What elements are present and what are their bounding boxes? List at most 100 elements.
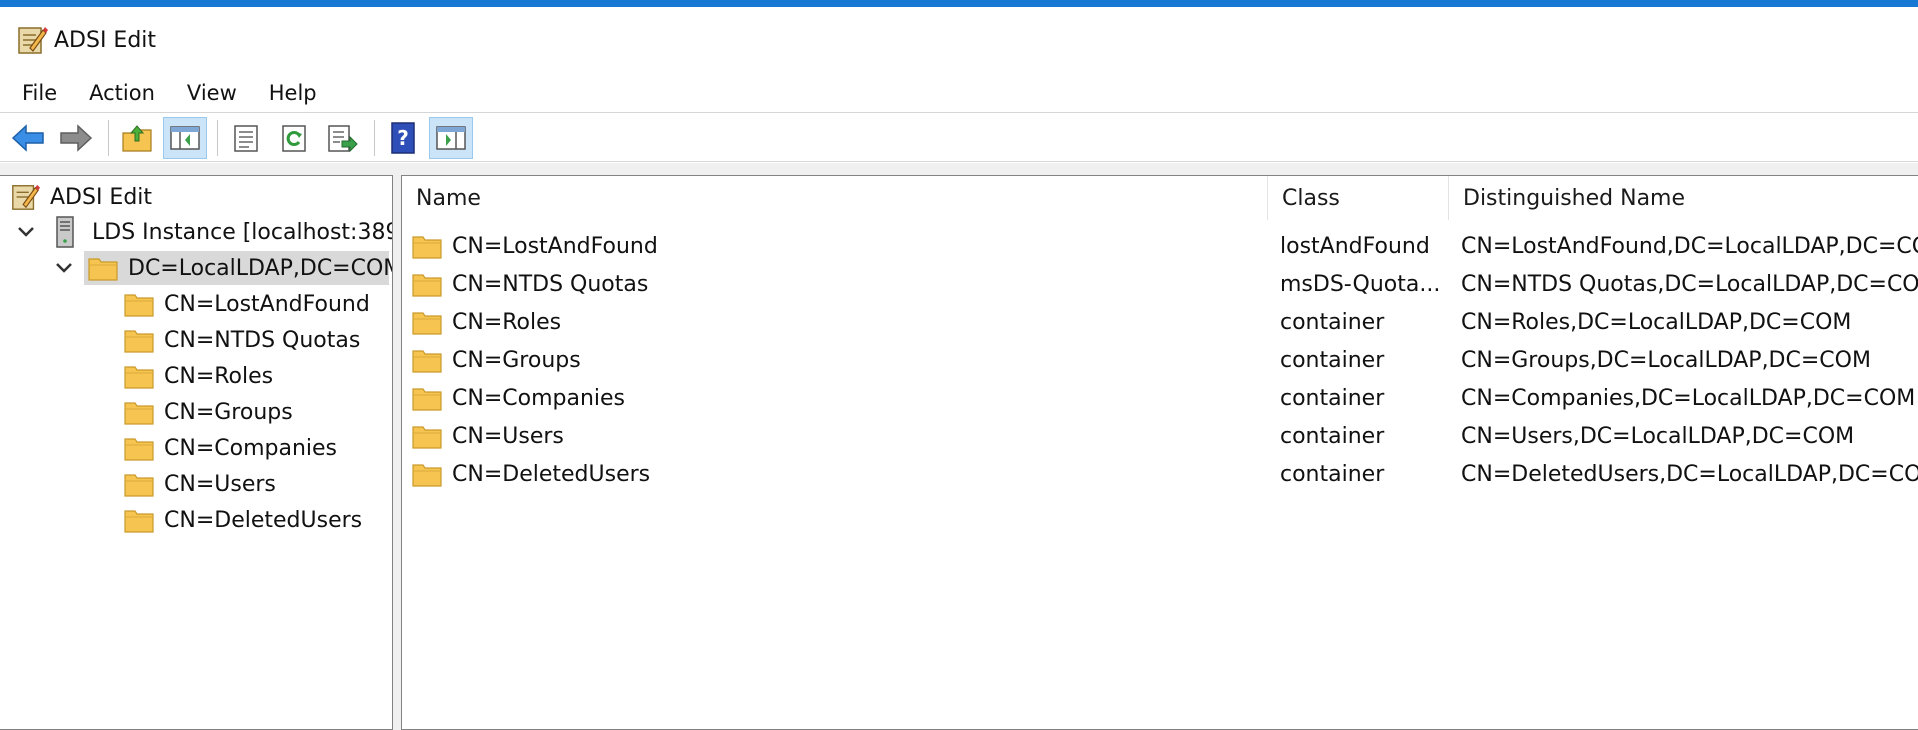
dn-cell: CN=Companies,DC=LocalLDAP,DC=COM <box>1461 385 1916 411</box>
name-cell: CN=Companies <box>412 379 1262 417</box>
list-row[interactable]: CN=Roles container CN=Roles,DC=LocalLDAP… <box>402 303 1918 341</box>
properties-button[interactable] <box>224 117 268 159</box>
show-hide-console-tree-button[interactable] <box>163 116 207 159</box>
help-icon: ? <box>391 121 415 154</box>
toolbar-separator <box>217 119 218 156</box>
tree-node-child[interactable]: CN=NTDS Quotas <box>124 323 360 357</box>
class-cell: container <box>1280 461 1385 487</box>
tree-node-child[interactable]: CN=Groups <box>124 395 293 429</box>
toolbar-separator <box>374 119 375 156</box>
list-row[interactable]: CN=DeletedUsers container CN=DeletedUser… <box>402 455 1918 493</box>
svg-text:?: ? <box>397 126 409 150</box>
name-cell: CN=Users <box>412 417 1262 455</box>
name-cell: CN=LostAndFound <box>412 227 1262 265</box>
tree-node-instance[interactable]: LDS Instance [localhost:389] <box>54 215 393 249</box>
chevron-down-icon[interactable] <box>54 258 74 278</box>
folder-icon <box>124 402 154 425</box>
tree-node-child[interactable]: CN=Roles <box>124 359 273 393</box>
name-cell: CN=DeletedUsers <box>412 455 1262 493</box>
class-cell: container <box>1280 347 1385 373</box>
class-cell: container <box>1280 423 1385 449</box>
list-row[interactable]: CN=Groups container CN=Groups,DC=LocalLD… <box>402 341 1918 379</box>
dn-cell: CN=DeletedUsers,DC=LocalLDAP,DC=COM <box>1461 461 1918 487</box>
help-button[interactable]: ? <box>381 117 425 159</box>
chevron-down-icon[interactable] <box>16 222 36 242</box>
menu-view[interactable]: View <box>175 77 249 109</box>
folder-icon <box>412 388 442 411</box>
show-hide-action-pane-button[interactable] <box>429 116 473 159</box>
server-icon <box>56 216 74 248</box>
folder-icon <box>412 274 442 297</box>
folder-icon <box>412 312 442 335</box>
tree-node-label: CN=Roles <box>164 363 274 389</box>
name-cell: CN=Groups <box>412 341 1262 379</box>
folder-icon <box>124 474 154 497</box>
tree-node-label: CN=NTDS Quotas <box>164 327 361 353</box>
up-one-level-button[interactable] <box>115 117 159 159</box>
column-header-class[interactable]: Class <box>1268 176 1448 220</box>
dn-cell: CN=LostAndFound,DC=LocalLDAP,DC=COM <box>1461 233 1918 259</box>
forward-button[interactable] <box>54 117 98 159</box>
dn-cell: CN=Users,DC=LocalLDAP,DC=COM <box>1461 423 1855 449</box>
export-list-button[interactable] <box>320 117 364 159</box>
folder-icon <box>124 366 154 389</box>
adsi-edit-app-icon <box>12 184 40 210</box>
tree-node-label: CN=DeletedUsers <box>164 507 363 533</box>
tree-node-child[interactable]: CN=Companies <box>124 431 337 465</box>
folder-icon <box>412 350 442 373</box>
tree-node-child[interactable]: CN=LostAndFound <box>124 287 370 321</box>
menu-help[interactable]: Help <box>257 77 329 109</box>
column-header-distinguished-name[interactable]: Distinguished Name <box>1449 176 1918 220</box>
folder-icon <box>124 330 154 353</box>
export-list-icon <box>328 124 358 152</box>
tree-node-label: LDS Instance [localhost:389] <box>92 219 393 245</box>
tree-node-child[interactable]: CN=Users <box>124 467 276 501</box>
toolbar-gap <box>0 163 1918 175</box>
column-header-name[interactable]: Name <box>402 176 1267 220</box>
menu-action[interactable]: Action <box>77 77 167 109</box>
list-row[interactable]: CN=Companies container CN=Companies,DC=L… <box>402 379 1918 417</box>
list-row[interactable]: CN=Users container CN=Users,DC=LocalLDAP… <box>402 417 1918 455</box>
show-hide-action-pane-icon <box>436 125 466 150</box>
name-cell: CN=Roles <box>412 303 1262 341</box>
dn-cell: CN=Groups,DC=LocalLDAP,DC=COM <box>1461 347 1871 373</box>
show-hide-console-tree-icon <box>170 125 200 150</box>
menu-file[interactable]: File <box>10 77 69 109</box>
forward-icon <box>60 123 93 152</box>
list-row[interactable]: CN=NTDS Quotas msDS-Quota... CN=NTDS Quo… <box>402 265 1918 303</box>
folder-icon <box>124 294 154 317</box>
console-tree[interactable]: ADSI Edit LDS Instance [localhost:389] D… <box>0 175 393 730</box>
refresh-button[interactable] <box>272 117 316 159</box>
name-cell: CN=NTDS Quotas <box>412 265 1262 303</box>
tree-node-partition[interactable]: DC=LocalLDAP,DC=COM <box>84 251 392 285</box>
window-title: ADSI Edit <box>54 27 157 53</box>
refresh-icon <box>282 124 306 152</box>
dn-cell: CN=NTDS Quotas,DC=LocalLDAP,DC=COM <box>1461 271 1918 297</box>
pane-splitter[interactable] <box>393 175 401 730</box>
menu-bar: File Action View Help <box>0 73 1918 113</box>
tree-node-label: DC=LocalLDAP,DC=COM <box>128 255 393 281</box>
title-bar: ADSI Edit <box>0 7 1918 73</box>
details-list[interactable]: Name Class Distinguished Name CN=LostAnd… <box>401 175 1918 730</box>
toolbar: ? <box>0 114 1918 162</box>
tree-node-label: ADSI Edit <box>50 184 153 210</box>
window-accent-bar <box>0 0 1918 7</box>
adsi-edit-app-icon <box>18 27 48 54</box>
back-button[interactable] <box>6 117 50 159</box>
class-cell: container <box>1280 309 1385 335</box>
back-icon <box>11 123 44 152</box>
tree-node-child[interactable]: CN=DeletedUsers <box>124 503 362 537</box>
list-row[interactable]: CN=LostAndFound lostAndFound CN=LostAndF… <box>402 227 1918 265</box>
tree-node-label: CN=Groups <box>164 399 293 425</box>
folder-icon <box>412 236 442 259</box>
class-cell: lostAndFound <box>1280 233 1430 259</box>
folder-icon <box>124 510 154 533</box>
class-cell: container <box>1280 385 1385 411</box>
folder-icon <box>124 438 154 461</box>
folder-icon <box>88 258 118 281</box>
tree-node-label: CN=Companies <box>164 435 338 461</box>
dn-cell: CN=Roles,DC=LocalLDAP,DC=COM <box>1461 309 1852 335</box>
tree-node-root[interactable]: ADSI Edit <box>10 180 152 214</box>
properties-icon <box>234 124 258 152</box>
up-folder-icon <box>122 124 152 152</box>
